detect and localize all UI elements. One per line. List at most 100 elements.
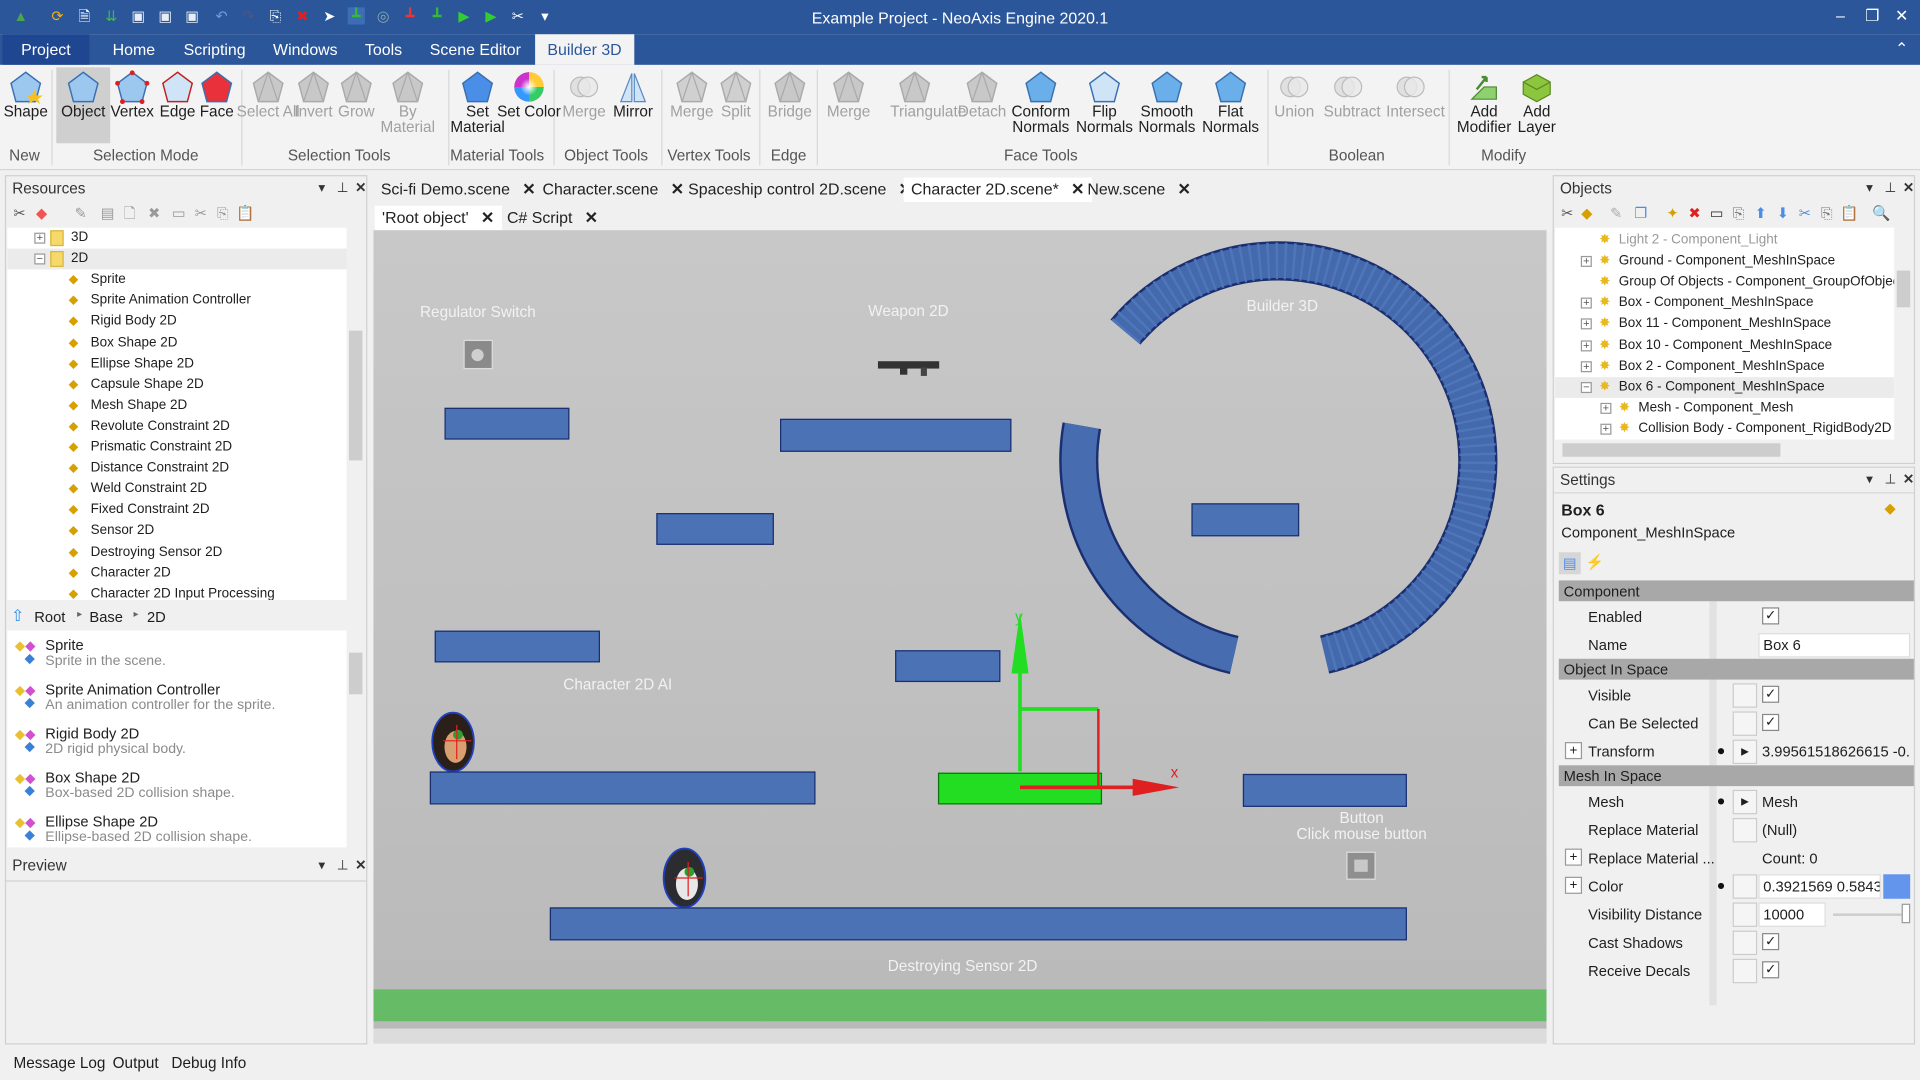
scroll-thumb[interactable]	[348, 330, 363, 461]
object-tree-item[interactable]: + ✸ Box - Component_MeshInSpace	[1555, 293, 1894, 314]
conform-normals-button[interactable]: Conform Normals	[1008, 67, 1074, 136]
resource-tree-item[interactable]: ◆ Rigid Body 2D	[7, 311, 346, 332]
gizmo-x-arrow-icon[interactable]	[1132, 778, 1180, 796]
resource-tree-item[interactable]: ◆ Distance Constraint 2D	[7, 458, 346, 479]
resources-list[interactable]: ◆◆ ◆ Sprite Sprite in the scene. ◆◆ ◆ Sprite A…	[7, 630, 347, 848]
merge-button[interactable]: Merge	[667, 67, 716, 120]
receive-decals-checkbox[interactable]: ✓	[1762, 961, 1780, 979]
cut-icon[interactable]: ✂	[1796, 204, 1813, 221]
reference-button[interactable]	[1732, 817, 1758, 843]
detach-button[interactable]: Detach	[958, 67, 1007, 120]
resource-tree-item[interactable]: ◆ Mesh Shape 2D	[7, 395, 346, 416]
new-object-icon[interactable]: ✦	[1664, 204, 1681, 221]
close-tab-icon[interactable]: ✕	[585, 208, 598, 226]
resource-tree-item[interactable]: ◆ Destroying Sensor 2D	[7, 542, 346, 563]
transform-value[interactable]: 3.99561518626615 -0.11	[1762, 743, 1909, 760]
expander-icon[interactable]: +	[1580, 339, 1592, 351]
sub-tab-c-script[interactable]: C# Script ✕	[500, 206, 606, 230]
menu-tab-scene-editor[interactable]: Scene Editor	[418, 34, 534, 65]
tab-message-log[interactable]: Message Log	[13, 1054, 105, 1071]
cast-shadows-checkbox[interactable]: ✓	[1762, 933, 1780, 951]
reference-button[interactable]	[1732, 874, 1758, 899]
expander-icon[interactable]: −	[34, 253, 46, 265]
objects-tree[interactable]: ✸ Light 2 - Component_Light + ✸ Ground - Com…	[1555, 227, 1895, 440]
panel-menu-icon[interactable]: ▾	[1866, 180, 1873, 196]
replace-material-value[interactable]: (Null)	[1762, 822, 1797, 839]
doc-tab-spaceship-control-2d-scene[interactable]: Spaceship control 2D.scene✕	[681, 178, 920, 202]
properties-tab-icon[interactable]: ▤	[1558, 552, 1581, 575]
shape-button[interactable]: Shape	[1, 67, 50, 120]
minimize-button[interactable]: –	[1828, 6, 1852, 24]
rename-icon[interactable]: ▭	[170, 204, 187, 221]
edit-icon[interactable]: ✎	[72, 204, 89, 221]
close-tab-icon[interactable]: ✕	[522, 180, 535, 198]
menu-tab-scripting[interactable]: Scripting	[171, 34, 257, 65]
resource-list-item[interactable]: ◆◆ ◆ Ellipse Shape 2D Ellipse-based 2D coll…	[7, 812, 338, 848]
object-tree-item[interactable]: + ✸ Box 2 - Component_MeshInSpace	[1555, 356, 1894, 377]
resource-tree-item[interactable]: ◆ Prismatic Constraint 2D	[7, 437, 346, 458]
events-tab-icon[interactable]: ⚡	[1586, 553, 1604, 570]
by-material-button[interactable]: By Material	[375, 67, 441, 136]
paste-icon[interactable]: 📋	[1840, 204, 1858, 221]
menu-tab-home[interactable]: Home	[100, 34, 167, 65]
window-icon[interactable]: ❐	[1632, 204, 1649, 221]
objects-hscrollbar[interactable]	[1555, 440, 1895, 460]
union-button[interactable]: Union	[1270, 67, 1319, 120]
rename-icon[interactable]: ▭	[1708, 204, 1725, 221]
copy-icon[interactable]: ⎘	[1818, 204, 1835, 221]
pin-icon[interactable]: ⊥	[337, 180, 349, 196]
color-swatch[interactable]	[1883, 874, 1911, 899]
reference-button[interactable]	[1732, 902, 1758, 927]
resource-tree-item[interactable]: ◆ Revolute Constraint 2D	[7, 416, 346, 437]
add-layer-button[interactable]: Add Layer	[1504, 67, 1570, 136]
close-window-button[interactable]: ✕	[1889, 6, 1913, 26]
subtract-button[interactable]: Subtract	[1324, 67, 1381, 120]
enabled-checkbox[interactable]: ✓	[1762, 607, 1780, 625]
face-button[interactable]: Face	[192, 67, 241, 120]
object-tree-item[interactable]: + ✸ Box 10 - Component_MeshInSpace	[1555, 335, 1894, 356]
menu-tab-windows[interactable]: Windows	[261, 34, 350, 65]
up-arrow-icon[interactable]: ⇧	[11, 606, 24, 626]
resource-tree-item[interactable]: ◆ Character 2D Input Processing	[7, 584, 346, 600]
move-down-icon[interactable]: ⬇	[1774, 204, 1791, 221]
resource-list-item[interactable]: ◆◆ ◆ Sprite Animation Controller An animati…	[7, 680, 338, 722]
breadcrumb-root[interactable]: Root	[34, 609, 65, 626]
vertex-button[interactable]: Vertex	[108, 67, 157, 120]
objects-scrollbar[interactable]	[1894, 227, 1913, 440]
sub-tab-root-object[interactable]: 'Root object' ✕	[374, 205, 502, 231]
object-tree-item[interactable]: + ✸ Collision Body - Component_RigidBody2D	[1555, 419, 1894, 440]
can-be-selected-checkbox[interactable]: ✓	[1762, 713, 1780, 732]
expand-icon[interactable]: +	[1564, 848, 1583, 866]
resource-tree-item[interactable]: ◆ Ellipse Shape 2D	[7, 353, 346, 374]
object-tree-item[interactable]: − ✸ Box 6 - Component_MeshInSpace	[1555, 376, 1895, 398]
settings-tools-icon[interactable]: ✂	[1559, 204, 1576, 221]
resources-tree[interactable]: +3D − 2D ◆ Sprite ◆ Sprite Animation Controlle…	[7, 227, 347, 601]
expander-icon[interactable]: +	[34, 232, 46, 244]
transform-gizmo[interactable]	[373, 230, 1546, 1043]
panel-menu-icon[interactable]: ▾	[318, 180, 325, 196]
pin-icon[interactable]: ⊥	[1884, 471, 1896, 488]
scene-viewport[interactable]: y x Regulator Switch Weapon 2D Builder 3…	[373, 230, 1547, 1044]
scroll-thumb[interactable]	[1562, 443, 1781, 457]
resources-list-scrollbar[interactable]	[346, 630, 365, 848]
close-panel-icon[interactable]: ✕	[355, 180, 366, 196]
mirror-button[interactable]: Mirror	[609, 67, 658, 120]
close-tab-icon[interactable]: ✕	[1177, 180, 1190, 198]
expand-icon[interactable]: +	[1564, 742, 1583, 760]
doc-tab-sci-fi-demo-scene[interactable]: Sci-fi Demo.scene ✕	[373, 178, 542, 202]
pin-icon[interactable]: ⊥	[337, 857, 349, 873]
object-tree-item[interactable]: + ✸ Ground - Component_MeshInSpace	[1555, 251, 1894, 272]
menu-tab-builder-3d[interactable]: Builder 3D	[535, 34, 634, 65]
smooth-normals-button[interactable]: Smooth Normals	[1134, 67, 1200, 136]
copy-icon[interactable]: ⎘	[214, 204, 231, 221]
visibility-slider-thumb[interactable]	[1901, 903, 1911, 924]
resource-tree-item[interactable]: ◆ Sprite	[7, 270, 346, 291]
flat-normals-button[interactable]: Flat Normals	[1198, 67, 1264, 136]
menu-tab-project[interactable]: Project	[2, 34, 90, 65]
reference-button[interactable]	[1732, 683, 1758, 708]
close-panel-icon[interactable]: ✕	[1903, 180, 1914, 196]
move-up-icon[interactable]: ⬆	[1752, 204, 1769, 221]
object-tree-item[interactable]: ✸ Light 2 - Component_Light	[1555, 230, 1894, 251]
name-input[interactable]: Box 6	[1758, 633, 1911, 658]
set-color-button[interactable]: Set Color	[496, 67, 562, 120]
